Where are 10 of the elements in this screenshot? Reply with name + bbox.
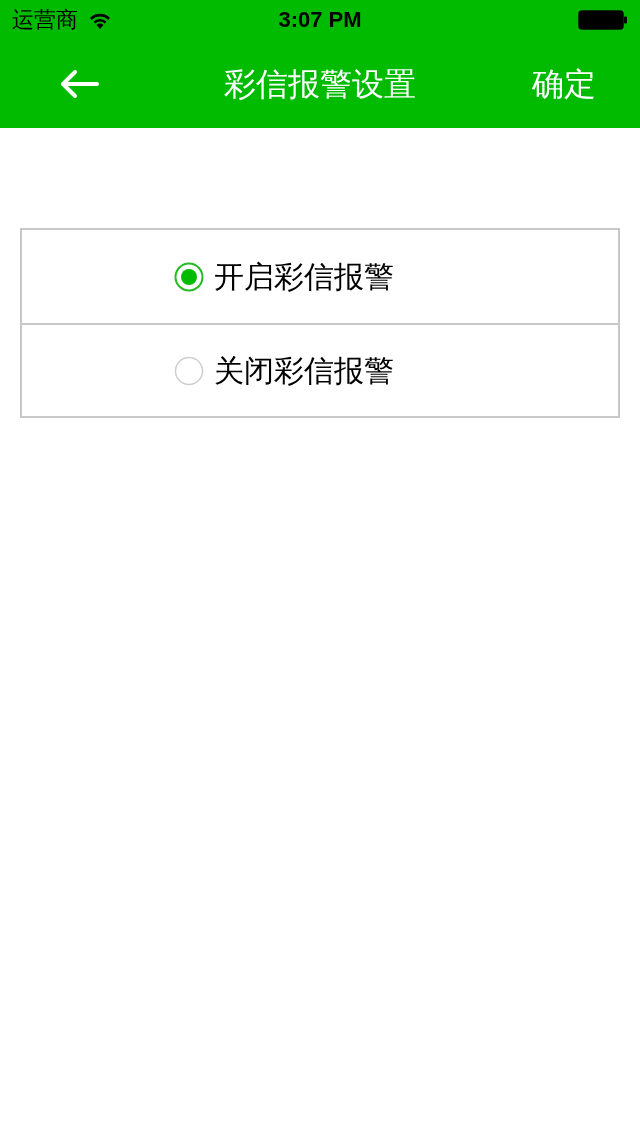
page-title: 彩信报警设置 bbox=[224, 68, 416, 100]
wifi-icon bbox=[88, 11, 112, 29]
option-label: 开启彩信报警 bbox=[214, 261, 394, 292]
carrier-name: 运营商 bbox=[12, 9, 78, 31]
radio-option[interactable]: 开启彩信报警 bbox=[22, 230, 618, 323]
status-time: 3:07 PM bbox=[278, 9, 362, 31]
back-arrow-icon bbox=[59, 69, 99, 99]
option-label: 关闭彩信报警 bbox=[214, 355, 394, 386]
battery-icon bbox=[578, 10, 628, 30]
radio-option[interactable]: 关闭彩信报警 bbox=[22, 323, 618, 416]
